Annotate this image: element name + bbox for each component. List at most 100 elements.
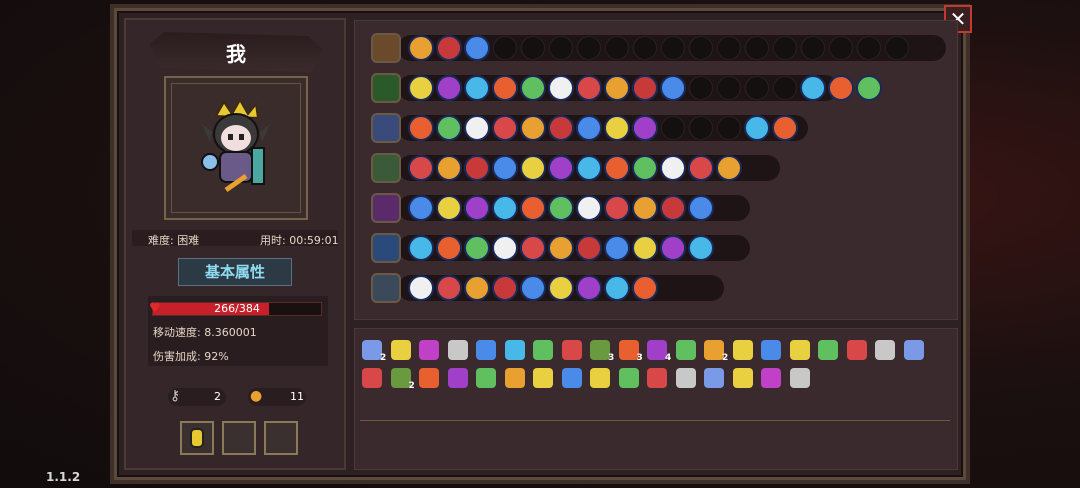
upgrade-icon[interactable] — [408, 195, 434, 221]
item-icon[interactable] — [561, 340, 582, 360]
upgrade-icon[interactable] — [744, 115, 770, 141]
upgrade-icon[interactable] — [548, 235, 574, 261]
item-icon[interactable] — [533, 368, 553, 388]
upgrade-icon[interactable] — [548, 195, 574, 221]
item-icon[interactable] — [789, 340, 810, 360]
item-icon[interactable] — [504, 340, 525, 360]
upgrade-icon[interactable] — [464, 75, 490, 101]
item-icon[interactable] — [704, 340, 724, 360]
item-icon[interactable] — [504, 368, 525, 388]
upgrade-icon[interactable] — [436, 75, 462, 101]
upgrade-icon[interactable] — [520, 155, 546, 181]
item-icon[interactable] — [732, 340, 753, 360]
item-icon[interactable] — [590, 340, 610, 360]
upgrade-icon[interactable] — [688, 155, 714, 181]
upgrade-icon[interactable] — [604, 195, 630, 221]
weapon-icon[interactable] — [371, 113, 401, 143]
upgrade-icon[interactable] — [660, 155, 686, 181]
upgrade-icon[interactable] — [464, 275, 490, 301]
item-icon[interactable] — [761, 340, 781, 360]
item-icon[interactable] — [533, 340, 553, 360]
upgrade-icon[interactable] — [632, 275, 658, 301]
weapon-icon[interactable] — [371, 273, 401, 303]
item-icon[interactable] — [846, 340, 867, 360]
upgrade-icon[interactable] — [520, 115, 546, 141]
upgrade-icon[interactable] — [688, 195, 714, 221]
item-icon[interactable] — [447, 368, 468, 388]
weapon-icon[interactable] — [371, 153, 401, 183]
upgrade-icon[interactable] — [688, 235, 714, 261]
upgrade-icon[interactable] — [604, 155, 630, 181]
upgrade-icon[interactable] — [660, 235, 686, 261]
item-icon[interactable] — [618, 340, 639, 360]
weapon-icon[interactable] — [371, 73, 401, 103]
basic-attributes-button[interactable]: 基本属性 — [178, 258, 292, 286]
consumable-slot-3[interactable] — [264, 421, 298, 455]
item-icon[interactable] — [761, 368, 781, 388]
upgrade-icon[interactable] — [464, 195, 490, 221]
item-icon[interactable] — [590, 368, 610, 388]
upgrade-icon[interactable] — [436, 35, 462, 61]
upgrade-icon[interactable] — [436, 115, 462, 141]
weapon-icon[interactable] — [371, 233, 401, 263]
upgrade-icon[interactable] — [408, 155, 434, 181]
item-icon[interactable] — [647, 340, 667, 360]
consumable-slot-2[interactable] — [222, 421, 256, 455]
upgrade-icon[interactable] — [492, 195, 518, 221]
upgrade-icon[interactable] — [548, 275, 574, 301]
upgrade-icon[interactable] — [436, 275, 462, 301]
item-icon[interactable] — [362, 368, 382, 388]
upgrade-icon[interactable] — [548, 115, 574, 141]
upgrade-icon[interactable] — [632, 155, 658, 181]
item-icon[interactable] — [390, 368, 411, 388]
upgrade-icon[interactable] — [408, 115, 434, 141]
upgrade-icon[interactable] — [576, 75, 602, 101]
item-icon[interactable] — [903, 340, 924, 360]
upgrade-icon[interactable] — [632, 195, 658, 221]
item-icon[interactable] — [647, 368, 667, 388]
upgrade-icon[interactable] — [492, 235, 518, 261]
item-icon[interactable] — [419, 368, 439, 388]
item-icon[interactable] — [875, 340, 895, 360]
upgrade-icon[interactable] — [604, 75, 630, 101]
item-icon[interactable] — [818, 340, 838, 360]
item-icon[interactable] — [704, 368, 724, 388]
upgrade-icon[interactable] — [520, 75, 546, 101]
upgrade-icon[interactable] — [576, 235, 602, 261]
upgrade-icon[interactable] — [716, 155, 742, 181]
item-icon[interactable] — [476, 368, 496, 388]
upgrade-icon[interactable] — [492, 75, 518, 101]
upgrade-icon[interactable] — [632, 75, 658, 101]
upgrade-icon[interactable] — [632, 235, 658, 261]
upgrade-icon[interactable] — [576, 195, 602, 221]
upgrade-icon[interactable] — [464, 155, 490, 181]
upgrade-icon[interactable] — [604, 115, 630, 141]
item-icon[interactable] — [561, 368, 582, 388]
upgrade-icon[interactable] — [604, 275, 630, 301]
upgrade-icon[interactable] — [436, 195, 462, 221]
item-icon[interactable] — [732, 368, 753, 388]
item-icon[interactable] — [675, 368, 696, 388]
upgrade-icon[interactable] — [660, 195, 686, 221]
upgrade-icon[interactable] — [576, 155, 602, 181]
upgrade-icon[interactable] — [520, 235, 546, 261]
item-icon[interactable] — [675, 340, 696, 360]
weapon-icon[interactable] — [371, 33, 401, 63]
upgrade-icon[interactable] — [548, 75, 574, 101]
upgrade-icon[interactable] — [800, 75, 826, 101]
upgrade-icon[interactable] — [408, 235, 434, 261]
upgrade-icon[interactable] — [492, 275, 518, 301]
upgrade-icon[interactable] — [604, 235, 630, 261]
consumable-slot-1[interactable] — [180, 421, 214, 455]
upgrade-icon[interactable] — [408, 275, 434, 301]
upgrade-icon[interactable] — [464, 115, 490, 141]
upgrade-icon[interactable] — [828, 75, 854, 101]
upgrade-icon[interactable] — [408, 35, 434, 61]
item-icon[interactable] — [447, 340, 468, 360]
weapon-icon[interactable] — [371, 193, 401, 223]
upgrade-icon[interactable] — [492, 115, 518, 141]
item-icon[interactable] — [476, 340, 496, 360]
item-icon[interactable] — [362, 340, 382, 360]
upgrade-icon[interactable] — [576, 275, 602, 301]
upgrade-icon[interactable] — [408, 75, 434, 101]
